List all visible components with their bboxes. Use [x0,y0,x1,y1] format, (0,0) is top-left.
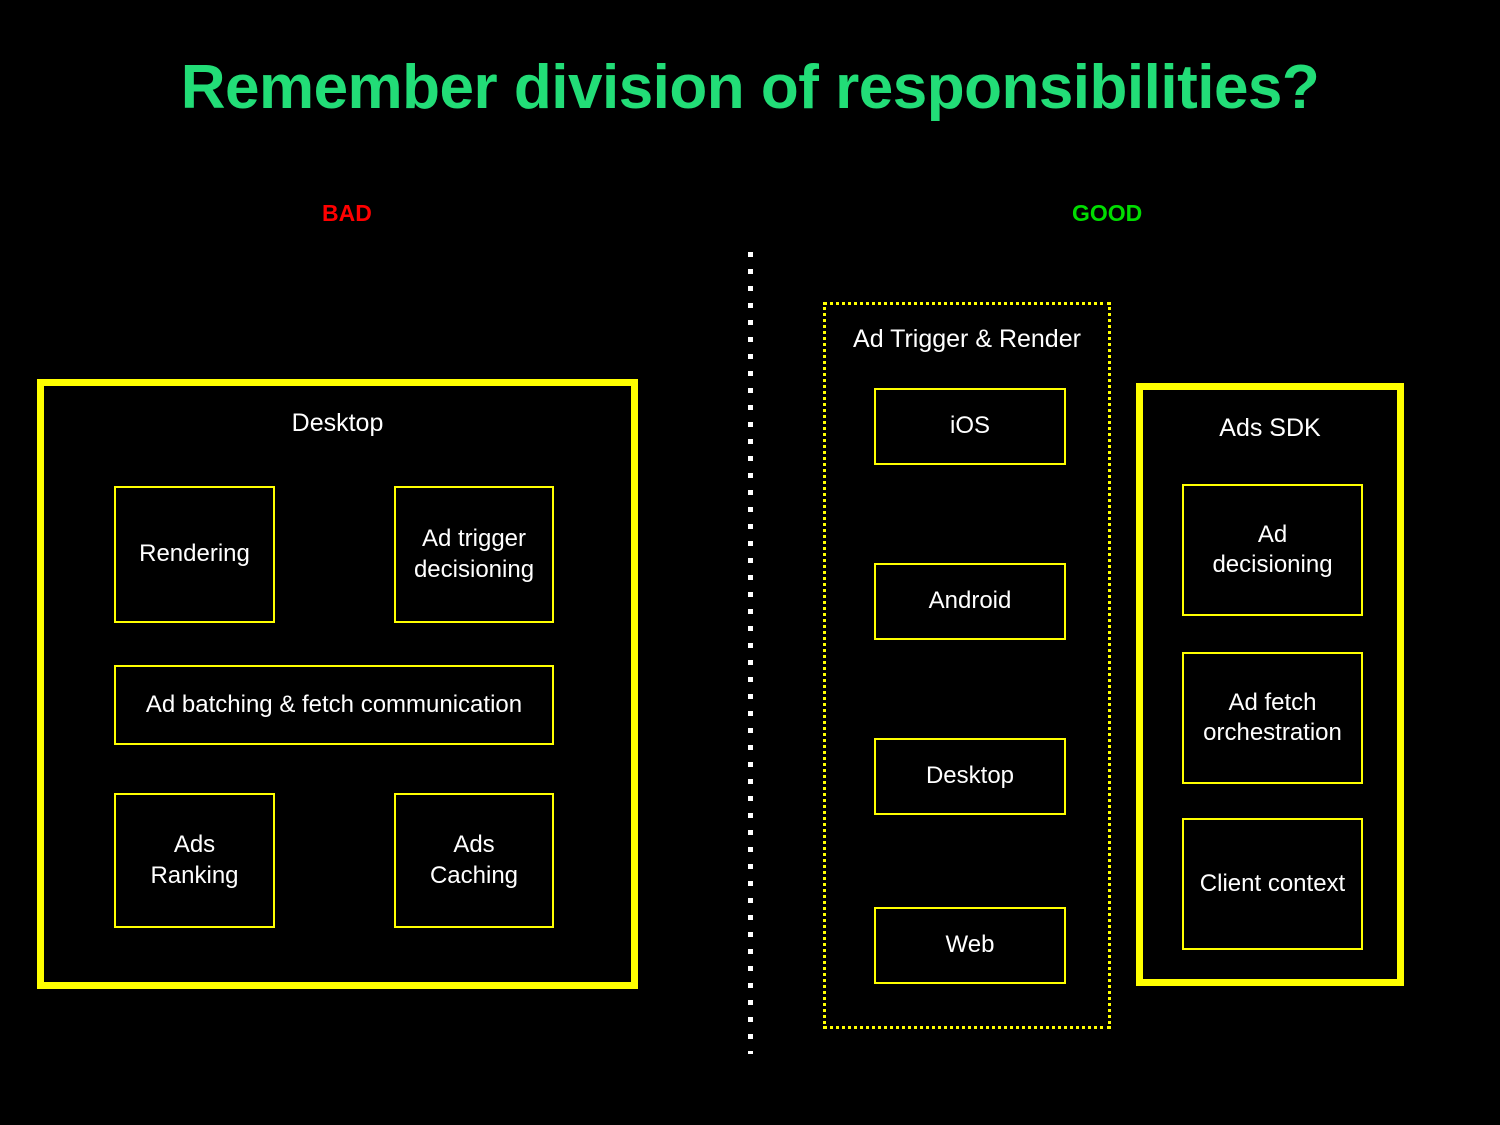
page-title: Remember division of responsibilities? [180,53,1320,122]
slide-canvas: Remember division of responsibilities? B… [0,0,1500,1125]
good-ads-sdk-container: Ads SDK Ad decisioning Ad fetch orchestr… [1136,383,1404,986]
good-ad-trigger-render-container: Ad Trigger & Render iOS Android Desktop … [823,302,1111,1029]
good-box-ios-label: iOS [949,412,990,440]
bad-box-ad-batching-fetch-label: Ad batching & fetch communication [145,690,523,718]
bad-box-ad-trigger-decisioning-label: Ad trigger decisioning [413,525,535,583]
good-box-client-context[interactable]: Client context [1182,818,1363,950]
bad-box-rendering[interactable]: Rendering [114,486,275,623]
bad-box-ads-ranking-label: Ads Ranking [150,831,239,889]
good-box-web-label: Web [945,931,995,959]
good-box-client-context-label: Client context [1199,869,1346,897]
good-box-android-label: Android [928,587,1012,615]
bad-desktop-container: Desktop Rendering Ad trigger decisioning… [37,379,638,989]
bad-box-ad-batching-fetch[interactable]: Ad batching & fetch communication [114,665,554,745]
good-ad-trigger-render-title: Ad Trigger & Render [853,325,1081,353]
good-box-ad-fetch-orchestration[interactable]: Ad fetch orchestration [1182,652,1363,784]
bad-box-ads-caching-label: Ads Caching [429,831,519,889]
good-box-ios[interactable]: iOS [874,388,1066,465]
good-box-android[interactable]: Android [874,563,1066,640]
column-label-bad: BAD [322,200,372,226]
good-box-desktop[interactable]: Desktop [874,738,1066,815]
good-box-desktop-label: Desktop [925,762,1015,790]
bad-box-ads-ranking[interactable]: Ads Ranking [114,793,275,928]
bad-box-ads-caching[interactable]: Ads Caching [394,793,554,928]
good-box-web[interactable]: Web [874,907,1066,984]
good-box-ad-decisioning[interactable]: Ad decisioning [1182,484,1363,616]
vertical-dotted-divider [748,252,753,1054]
good-box-ad-decisioning-label: Ad decisioning [1212,520,1333,578]
bad-desktop-title: Desktop [291,409,384,437]
column-label-good: GOOD [1072,200,1143,226]
good-box-ad-fetch-orchestration-label: Ad fetch orchestration [1203,688,1342,746]
good-ads-sdk-title: Ads SDK [1219,414,1321,442]
bad-box-ad-trigger-decisioning[interactable]: Ad trigger decisioning [394,486,554,623]
bad-box-rendering-label: Rendering [139,540,250,568]
